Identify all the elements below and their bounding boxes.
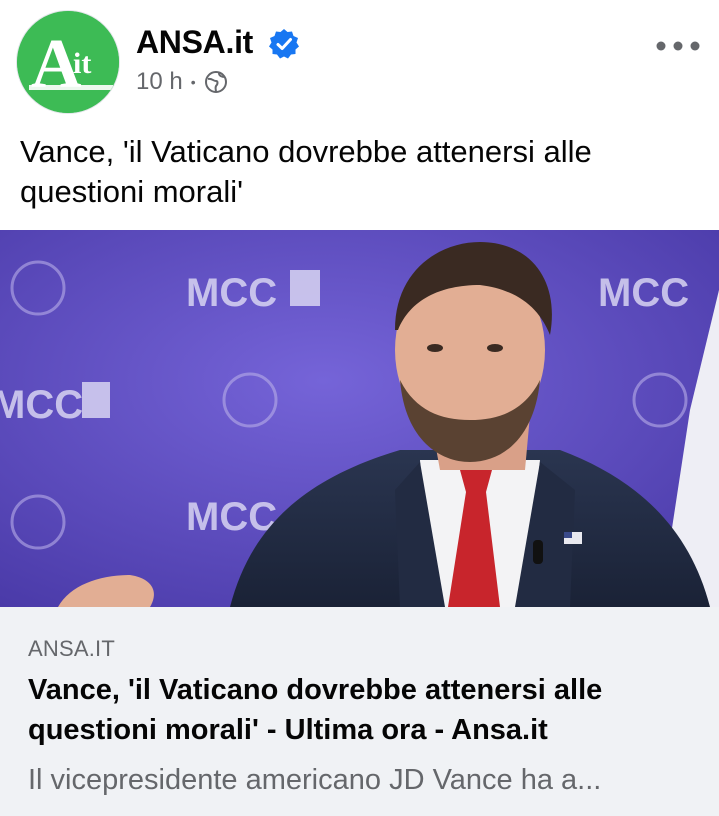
ansa-logo: A it (17, 11, 119, 113)
post-meta: 10 h • (136, 68, 228, 96)
logo-suffix: it (73, 47, 91, 80)
page-avatar[interactable]: A it (16, 10, 120, 114)
backdrop-logo-3: MCC (0, 383, 83, 427)
link-title[interactable]: Vance, 'il Vaticano dovrebbe attenersi a… (28, 670, 698, 750)
post-header: A it ANSA.it 10 h • (0, 0, 719, 120)
more-options-icon (656, 41, 700, 51)
backdrop-logo-2: MCC (598, 271, 689, 315)
backdrop-logo-4: MCC (186, 495, 277, 539)
link-domain: ANSA.IT (28, 636, 115, 661)
post-text: Vance, 'il Vaticano dovrebbe attenersi a… (20, 134, 592, 209)
meta-separator: • (190, 74, 196, 90)
link-preview-image[interactable]: MCC MCC MCC MCC (0, 230, 719, 607)
page-name[interactable]: ANSA.it (136, 24, 253, 61)
link-description: Il vicepresidente americano JD Vance ha … (28, 764, 602, 796)
post-time[interactable]: 10 h (136, 68, 183, 96)
news-photo: MCC MCC MCC MCC (0, 230, 719, 607)
more-options-button[interactable] (652, 30, 704, 62)
backdrop-logo-1: MCC (186, 271, 277, 315)
globe-icon (204, 71, 227, 93)
verified-badge-icon (269, 29, 299, 59)
